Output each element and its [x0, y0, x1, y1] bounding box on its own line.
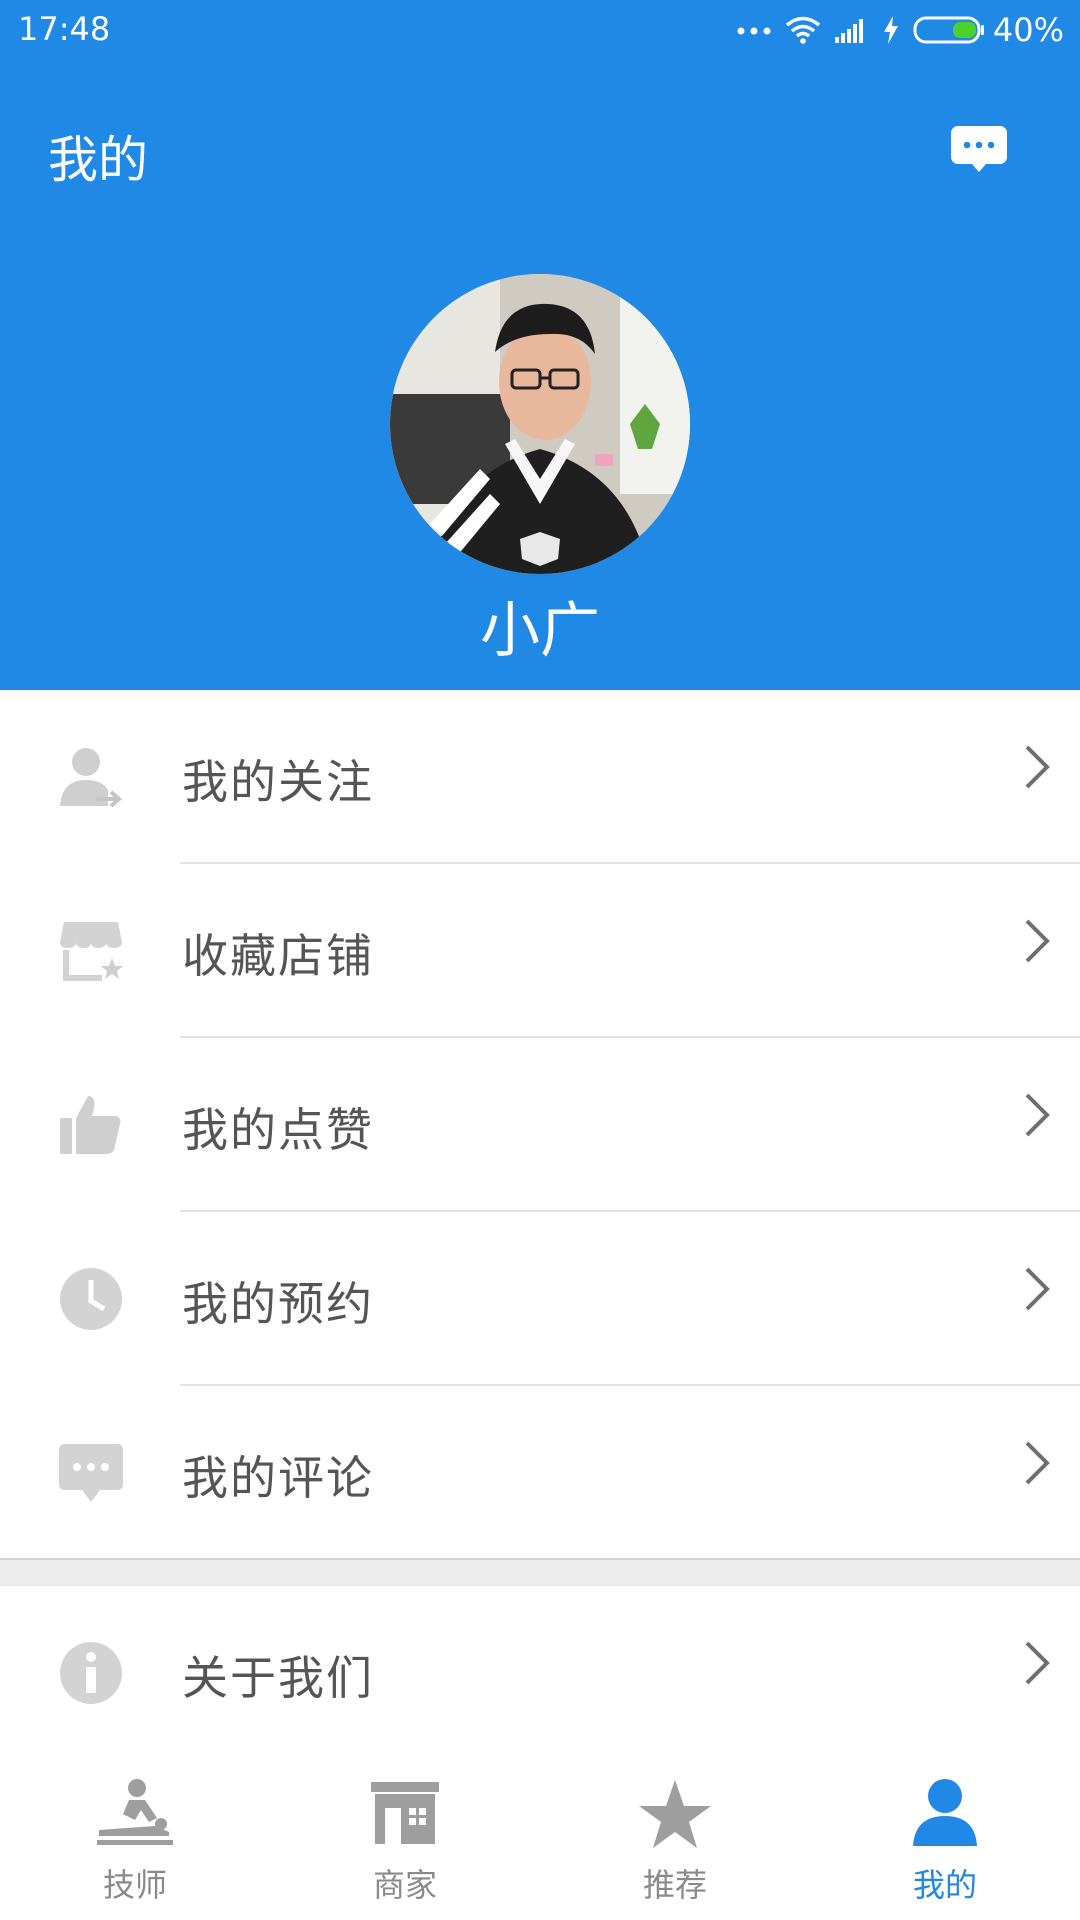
- charging-icon: [883, 16, 898, 44]
- clock-icon: [60, 1268, 122, 1330]
- menu-item-label: 我的关注: [182, 755, 374, 809]
- user-icon: [913, 1779, 977, 1846]
- menu-item-label: 我的点赞: [182, 1103, 374, 1157]
- follow-user-icon: [60, 748, 123, 808]
- profile-header: 17:48 40% 我的 小广: [0, 0, 1080, 690]
- menu-item-label: 关于我们: [182, 1651, 374, 1705]
- battery-percent: 40%: [992, 11, 1064, 49]
- chevron-right-icon: [1025, 1093, 1050, 1137]
- chevron-right-icon: [1025, 1267, 1050, 1311]
- tab-label: 推荐: [642, 1866, 707, 1904]
- menu-item-label: 收藏店铺: [182, 929, 374, 983]
- status-time: 17:48: [18, 10, 111, 48]
- menu-item-favorite-stores[interactable]: 收藏店铺: [0, 864, 1080, 1038]
- star-icon: [639, 1780, 711, 1848]
- menu-item-appointments[interactable]: 我的预约: [0, 1212, 1080, 1386]
- avatar[interactable]: [390, 274, 690, 574]
- signal-icon: [834, 19, 863, 43]
- chevron-right-icon: [1025, 1641, 1050, 1685]
- massage-icon: [97, 1779, 173, 1845]
- username: 小广: [480, 596, 600, 666]
- tab-label: 我的: [912, 1866, 977, 1904]
- wifi-icon: [785, 16, 820, 44]
- tab-technician[interactable]: 技师: [0, 1760, 270, 1920]
- chevron-right-icon: [1025, 919, 1050, 963]
- tab-merchants[interactable]: 商家: [270, 1760, 540, 1920]
- thumbs-up-icon: [60, 1096, 121, 1154]
- chevron-right-icon: [1025, 745, 1050, 789]
- menu-item-about-us[interactable]: 关于我们: [0, 1586, 1080, 1760]
- page-title: 我的: [48, 131, 148, 189]
- more-dots-icon: [737, 27, 771, 35]
- info-icon: [60, 1642, 122, 1704]
- menu-item-comments[interactable]: 我的评论: [0, 1386, 1080, 1560]
- menu-item-label: 我的评论: [182, 1451, 374, 1505]
- chevron-right-icon: [1025, 1441, 1050, 1485]
- tab-label: 技师: [102, 1866, 167, 1904]
- status-icons: 40%: [723, 8, 1064, 52]
- status-bar: 17:48 40%: [0, 0, 1080, 62]
- menu-list: 我的关注 收藏店铺 我的点赞 我的预约 我的评论: [0, 690, 1080, 1560]
- favorite-store-icon: [60, 922, 123, 981]
- section-separator: [0, 1558, 1080, 1586]
- menu-item-label: 我的预约: [182, 1277, 374, 1331]
- tab-mine[interactable]: 我的: [810, 1760, 1080, 1920]
- tab-label: 商家: [372, 1866, 437, 1904]
- bottom-tab-bar: 技师 商家 推荐 我的: [0, 1760, 1080, 1920]
- menu-item-likes[interactable]: 我的点赞: [0, 1038, 1080, 1212]
- battery-icon: [913, 16, 984, 44]
- tab-recommend[interactable]: 推荐: [540, 1760, 810, 1920]
- avatar-photo: [390, 274, 690, 574]
- menu-item-follows[interactable]: 我的关注: [0, 690, 1080, 864]
- message-button[interactable]: [950, 124, 1008, 176]
- shop-icon: [371, 1782, 439, 1844]
- comment-icon: [59, 1444, 123, 1502]
- message-icon: [951, 126, 1007, 172]
